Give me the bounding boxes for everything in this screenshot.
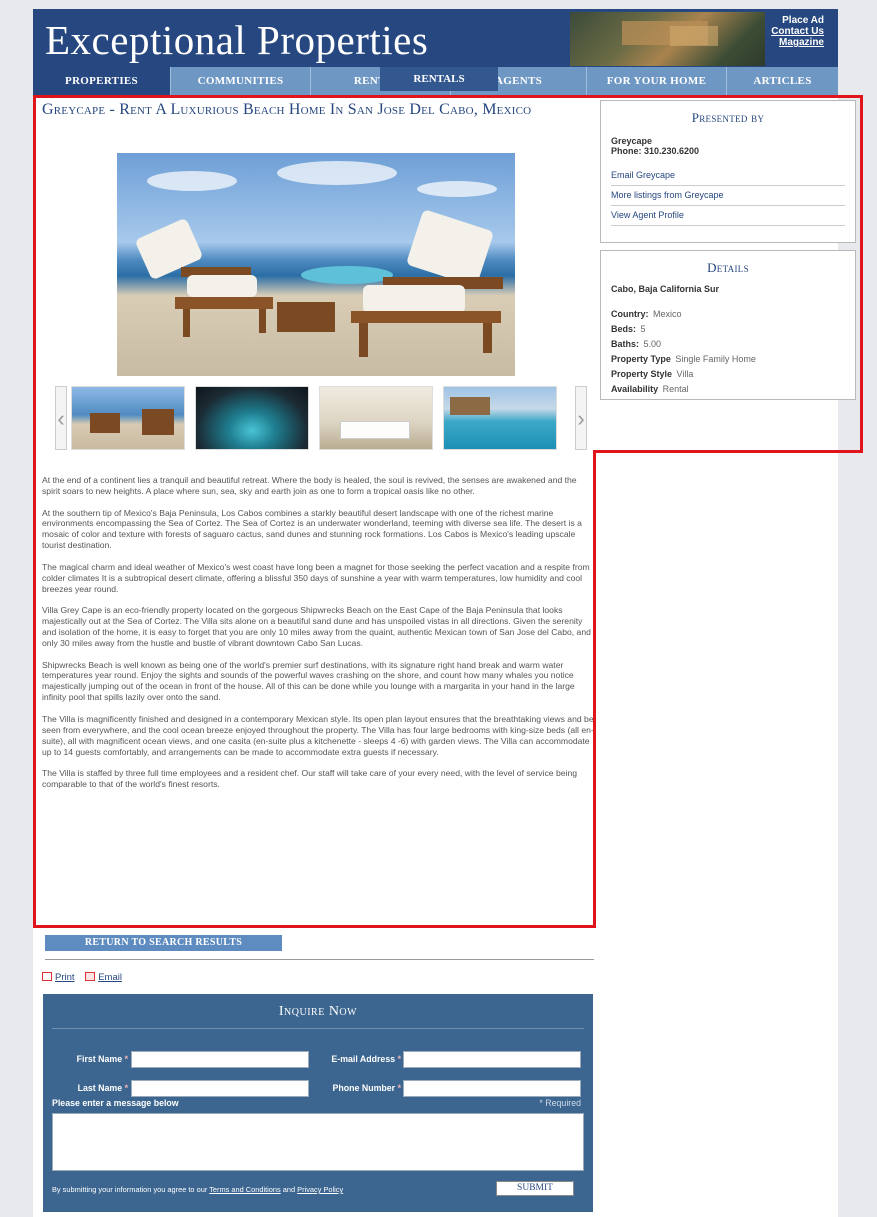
- privacy-link[interactable]: Privacy Policy: [297, 1185, 343, 1194]
- detail-value: 5: [640, 324, 646, 334]
- detail-value: Rental: [662, 384, 689, 394]
- description-paragraph: Shipwrecks Beach is well known as being …: [42, 659, 575, 703]
- first-name-label: First Name *: [76, 1054, 128, 1064]
- message-label: Please enter a message below: [52, 1098, 179, 1108]
- email-input[interactable]: [403, 1051, 581, 1068]
- phone-input[interactable]: [403, 1080, 581, 1097]
- details-location: Cabo, Baja California Sur: [611, 284, 720, 294]
- nav-for-your-home[interactable]: For your home: [587, 67, 727, 95]
- utility-links: Print Email: [42, 972, 130, 983]
- return-to-search-button[interactable]: Return to search results: [45, 935, 282, 951]
- site-logo[interactable]: Exceptional Properties: [45, 16, 428, 64]
- nav-articles[interactable]: Articles: [727, 67, 838, 95]
- header-photo: [570, 12, 765, 66]
- view-agent-profile-link[interactable]: View Agent Profile: [611, 206, 845, 226]
- detail-label: Property Type: [611, 354, 671, 364]
- required-note: * Required: [539, 1098, 581, 1108]
- inquire-heading: Inquire Now: [278, 1004, 358, 1019]
- email-link[interactable]: Email: [98, 972, 122, 983]
- agent-name: Greycape: [611, 136, 653, 146]
- details-box: Details Cabo, Baja California Sur Countr…: [600, 250, 856, 400]
- description-paragraph: At the end of a continent lies a tranqui…: [42, 475, 577, 496]
- agent-phone: Phone: 310.230.6200: [611, 146, 700, 156]
- last-name-label: Last Name *: [77, 1083, 128, 1093]
- description-paragraph: Villa Grey Cape is an eco-friendly prope…: [42, 605, 591, 648]
- listing-description: At the end of a continent lies a tranqui…: [42, 475, 595, 801]
- thumbnail-3[interactable]: [319, 386, 433, 450]
- first-name-input[interactable]: [131, 1051, 309, 1068]
- email-icon: [85, 972, 96, 981]
- description-paragraph: The Villa is magnificently finished and …: [42, 713, 594, 757]
- detail-label: Property Style: [611, 369, 673, 379]
- submit-button[interactable]: Submit: [496, 1181, 574, 1196]
- detail-label: Baths:: [611, 339, 640, 349]
- detail-value: Villa: [676, 369, 694, 379]
- detail-label: Country:: [611, 309, 649, 319]
- nav-properties[interactable]: Properties: [33, 67, 171, 95]
- phone-label: Phone Number *: [332, 1083, 401, 1093]
- detail-value: 5.00: [643, 339, 661, 349]
- terms-text: By submitting your information you agree…: [52, 1185, 344, 1194]
- inquire-form: Inquire Now First Name * E-mail Address …: [43, 994, 593, 1212]
- description-paragraph: The Villa is staffed by three full time …: [42, 768, 577, 790]
- presented-by-box: Presented by Greycape Phone: 310.230.620…: [600, 100, 856, 243]
- header-links: Place Ad Contact Us Magazine: [771, 15, 824, 48]
- page: Exceptional Properties Place Ad Contact …: [33, 9, 863, 1217]
- message-textarea[interactable]: [52, 1113, 584, 1171]
- presented-by-heading: Presented by: [691, 110, 765, 125]
- carousel-next-arrow[interactable]: ›: [575, 386, 587, 450]
- description-paragraph: The magical charm and ideal weather of M…: [42, 561, 590, 594]
- description-paragraph: At the southern tip of Mexico's Baja Pen…: [42, 507, 582, 551]
- nav-communities[interactable]: Communities: [171, 67, 311, 95]
- terms-link[interactable]: Terms and Conditions: [209, 1185, 280, 1194]
- divider: [45, 959, 594, 960]
- thumbnail-4[interactable]: [443, 386, 557, 450]
- email-agent-link[interactable]: Email Greycape: [611, 166, 845, 186]
- print-icon: [42, 972, 52, 981]
- email-label: E-mail Address *: [331, 1054, 401, 1064]
- listing-title: Greycape - Rent A Luxurious Beach Home I…: [42, 101, 532, 118]
- main-nav: Properties Communities Rentals Agents Fo…: [33, 67, 838, 95]
- site-header: Exceptional Properties Place Ad Contact …: [33, 9, 838, 67]
- hero-image[interactable]: [117, 153, 515, 376]
- contact-us-link[interactable]: Contact Us: [771, 26, 824, 37]
- detail-label: Beds:: [611, 324, 637, 334]
- highlight-frame-step: [593, 450, 863, 453]
- thumbnail-2[interactable]: [195, 386, 309, 450]
- carousel-prev-arrow[interactable]: ‹: [55, 386, 67, 450]
- magazine-link[interactable]: Magazine: [771, 37, 824, 48]
- nav-rentals-hover[interactable]: Rentals: [380, 67, 498, 91]
- details-heading: Details: [707, 260, 749, 275]
- detail-value: Single Family Home: [675, 354, 756, 364]
- detail-value: Mexico: [652, 309, 682, 319]
- thumbnail-1[interactable]: [71, 386, 185, 450]
- thumbnail-carousel: ‹ ›: [55, 386, 590, 452]
- more-listings-link[interactable]: More listings from Greycape: [611, 186, 845, 206]
- last-name-input[interactable]: [131, 1080, 309, 1097]
- detail-label: Availability: [611, 384, 659, 394]
- print-link[interactable]: Print: [55, 972, 75, 983]
- place-ad-link[interactable]: Place Ad: [771, 15, 824, 26]
